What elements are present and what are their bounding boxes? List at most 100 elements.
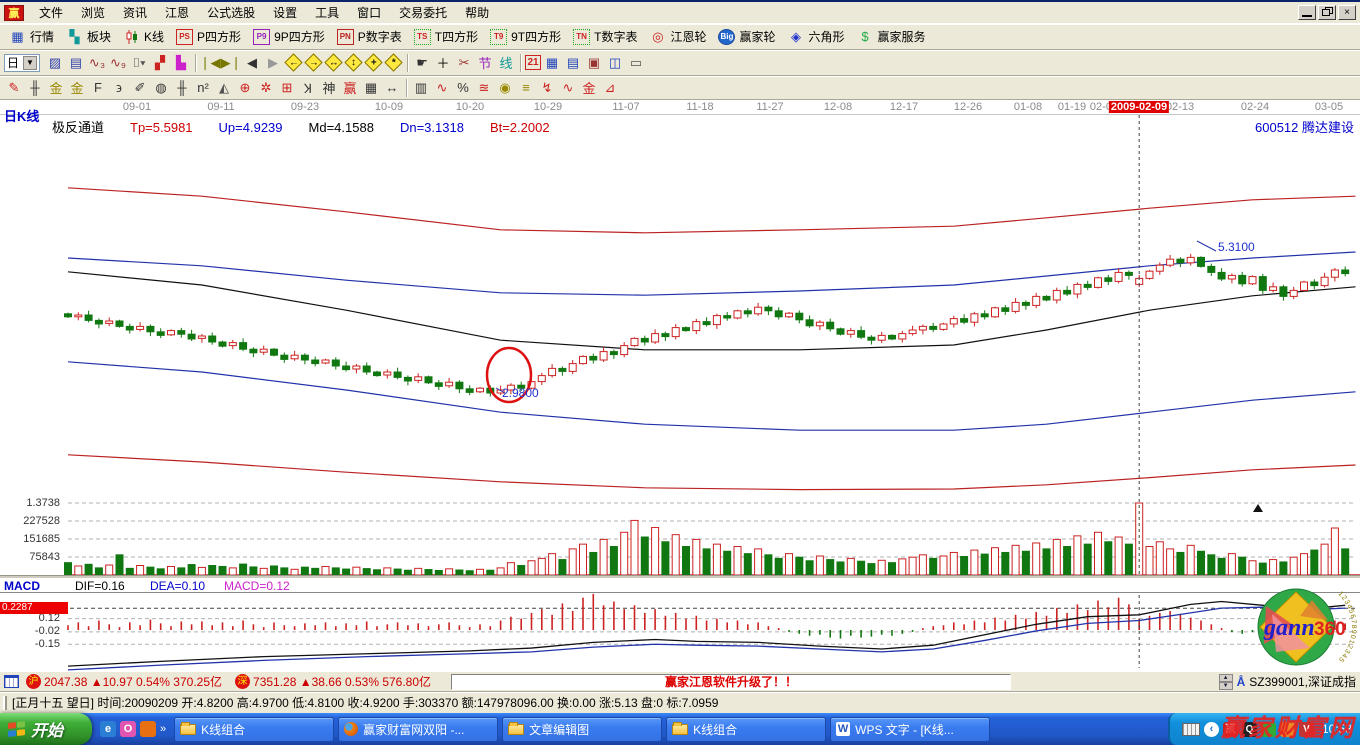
draw-circle-grid-icon[interactable]: ◍ <box>151 78 171 98</box>
draw-pen-tool-icon[interactable]: ✎ <box>4 78 24 98</box>
restore-button[interactable] <box>1318 5 1336 20</box>
draw-percent-line-icon[interactable]: ≊ <box>474 78 494 98</box>
view-zoom-v-icon[interactable]: ↕ <box>344 53 362 71</box>
chevron-down-icon[interactable]: ▼ <box>23 56 37 70</box>
toolbar-winner-service-button[interactable]: $赢家服务 <box>852 27 931 46</box>
toolbar-quotes-button[interactable]: ▦行情 <box>4 27 59 46</box>
view-wave3-icon[interactable]: ∿₃ <box>87 53 107 73</box>
toolbar-kline-button[interactable]: K线 <box>118 27 169 46</box>
view-cut-tool-icon[interactable]: ✂ <box>454 53 474 73</box>
draw-n2-tool-icon[interactable]: n² <box>193 78 213 98</box>
menu-文件[interactable]: 文件 <box>30 2 72 23</box>
draw-arc-tool-icon[interactable]: ϶ <box>109 78 129 98</box>
draw-gold-lines-icon[interactable]: ≡ <box>516 78 536 98</box>
firefox-quicklaunch-icon[interactable] <box>140 721 156 737</box>
toolbar-sectors-button[interactable]: ▚板块 <box>61 27 116 46</box>
view-info-list-icon[interactable]: ▤ <box>66 53 86 73</box>
minimize-button[interactable] <box>1298 5 1316 20</box>
view-notes-icon[interactable]: ▤ <box>563 53 583 73</box>
draw-ruler123-icon[interactable]: ▦ <box>361 78 381 98</box>
view-last-page-icon[interactable]: ▶❘ <box>221 53 241 73</box>
calendar-status-icon[interactable] <box>4 675 19 688</box>
winner-tray-icon[interactable]: 赢 <box>1223 722 1238 737</box>
menu-江恩[interactable]: 江恩 <box>156 2 198 23</box>
shield-tray-icon[interactable]: V <box>1299 722 1314 737</box>
draw-gold-grid2-icon[interactable]: 金 <box>67 78 87 98</box>
menu-窗口[interactable]: 窗口 <box>348 2 390 23</box>
spin-down-button[interactable]: ▼ <box>1219 682 1233 690</box>
view-hand-tool-icon[interactable]: ☛ <box>412 53 432 73</box>
draw-gold-circle-icon[interactable]: ◉ <box>495 78 515 98</box>
toolbar-9t-square-button[interactable]: T99T四方形 <box>485 27 566 46</box>
taskbar-task-2[interactable]: 赢家财富网双阳 -... <box>338 717 498 742</box>
taskbar-task-4[interactable]: K线组合 <box>666 717 826 742</box>
draw-wedge-tool-icon[interactable]: ⊿ <box>600 78 620 98</box>
menu-浏览[interactable]: 浏览 <box>72 2 114 23</box>
draw-percent-icon[interactable]: % <box>453 78 473 98</box>
draw-gold-grid1-icon[interactable]: 金 <box>46 78 66 98</box>
chart-area[interactable]: 09-0109-1109-2310-0910-2010-2911-0711-18… <box>0 100 1360 671</box>
draw-flag-tool-icon[interactable]: ↯ <box>537 78 557 98</box>
view-crosshair-tool-icon[interactable]: ＋ <box>433 53 453 73</box>
ie-quicklaunch-icon[interactable]: e <box>100 721 116 737</box>
view-zoom-left-icon[interactable]: ← <box>284 53 302 71</box>
view-printer-icon[interactable]: ▭ <box>626 53 646 73</box>
menu-帮助[interactable]: 帮助 <box>456 2 498 23</box>
draw-scale-panel-icon[interactable]: ▥ <box>411 78 431 98</box>
draw-f-grid-icon[interactable]: F <box>88 78 108 98</box>
spin-up-button[interactable]: ▲ <box>1219 674 1233 682</box>
view-calculator-icon[interactable]: ▦ <box>542 53 562 73</box>
menu-交易委托[interactable]: 交易委托 <box>390 2 456 23</box>
menu-设置[interactable]: 设置 <box>264 2 306 23</box>
toolbar-winner-wheel-button[interactable]: Big赢家轮 <box>713 27 780 46</box>
view-node-tool-icon[interactable]: 节 <box>475 53 495 73</box>
view-line-tool-icon[interactable]: 线 <box>496 53 516 73</box>
orange-tray-icon[interactable] <box>1280 722 1295 737</box>
draw-ying-tool-icon[interactable]: 赢 <box>340 78 360 98</box>
close-button[interactable]: × <box>1338 5 1356 20</box>
draw-ruler-grid-icon[interactable]: ╫ <box>172 78 192 98</box>
period-select[interactable]: 日▼ <box>4 54 40 72</box>
toolbar-t-square-button[interactable]: TST四方形 <box>409 27 483 46</box>
toolbar-hexagon-button[interactable]: ◈六角形 <box>783 27 850 46</box>
view-zoom-all-icon[interactable]: + <box>364 53 382 71</box>
view-zoom-star-icon[interactable]: * <box>384 53 402 71</box>
taskbar-task-5[interactable]: WWPS 文字 - [K线... <box>830 717 990 742</box>
taskbar-task-3[interactable]: 文章编辑图 <box>502 717 662 742</box>
draw-percent-wave-icon[interactable]: ∿ <box>432 78 452 98</box>
quicklaunch-overflow-chevron[interactable]: » <box>160 723 166 735</box>
qq-tray-icon[interactable]: Q <box>1242 722 1257 737</box>
view-save-icon[interactable]: ▣ <box>584 53 604 73</box>
view-first-page-icon[interactable]: ❘◀ <box>200 53 220 73</box>
view-wave9-icon[interactable]: ∿₉ <box>108 53 128 73</box>
draw-star-grid-icon[interactable]: ✲ <box>256 78 276 98</box>
toolbar-t-table-button[interactable]: TNT数字表 <box>568 27 642 46</box>
view-zoom-h-icon[interactable]: ↔ <box>324 53 342 71</box>
view-net-icon[interactable]: ◫ <box>605 53 625 73</box>
ime-keyboard-icon[interactable] <box>1182 723 1200 736</box>
tray-collapse-icon[interactable]: ‹ <box>1204 722 1219 737</box>
pink-app-quicklaunch-icon[interactable]: O <box>120 721 136 737</box>
green-tray-icon[interactable] <box>1261 722 1276 737</box>
draw-marker-pen-icon[interactable]: ✐ <box>130 78 150 98</box>
view-bottle-tool-icon[interactable]: ⌷▾ <box>129 53 149 73</box>
toolbar-gann-wheel-button[interactable]: ◎江恩轮 <box>644 27 711 46</box>
menu-公式选股[interactable]: 公式选股 <box>198 2 264 23</box>
view-zoom-right-icon[interactable]: → <box>304 53 322 71</box>
toolbar-9p-square-button[interactable]: P99P四方形 <box>248 27 330 46</box>
view-next-icon[interactable]: ▶ <box>263 53 283 73</box>
draw-square-grid-icon[interactable]: ⊞ <box>277 78 297 98</box>
view-red-pattern-icon[interactable]: ▞ <box>150 53 170 73</box>
view-color-chart-icon[interactable]: ▙ <box>171 53 191 73</box>
view-prev-icon[interactable]: ◀ <box>242 53 262 73</box>
draw-k-mark-icon[interactable]: Ʞ <box>298 78 318 98</box>
draw-wave-band-icon[interactable]: ∿ <box>558 78 578 98</box>
toolbar-p-table-button[interactable]: PNP数字表 <box>332 27 407 46</box>
start-button[interactable]: 开始 <box>0 713 92 745</box>
toolbar-p-square-button[interactable]: PSP四方形 <box>171 27 246 46</box>
view-pattern-view-icon[interactable]: ▨ <box>45 53 65 73</box>
menu-资讯[interactable]: 资讯 <box>114 2 156 23</box>
menu-工具[interactable]: 工具 <box>306 2 348 23</box>
draw-angle-tool-icon[interactable]: ◭ <box>214 78 234 98</box>
view-calendar-icon[interactable]: 21 <box>525 55 541 70</box>
